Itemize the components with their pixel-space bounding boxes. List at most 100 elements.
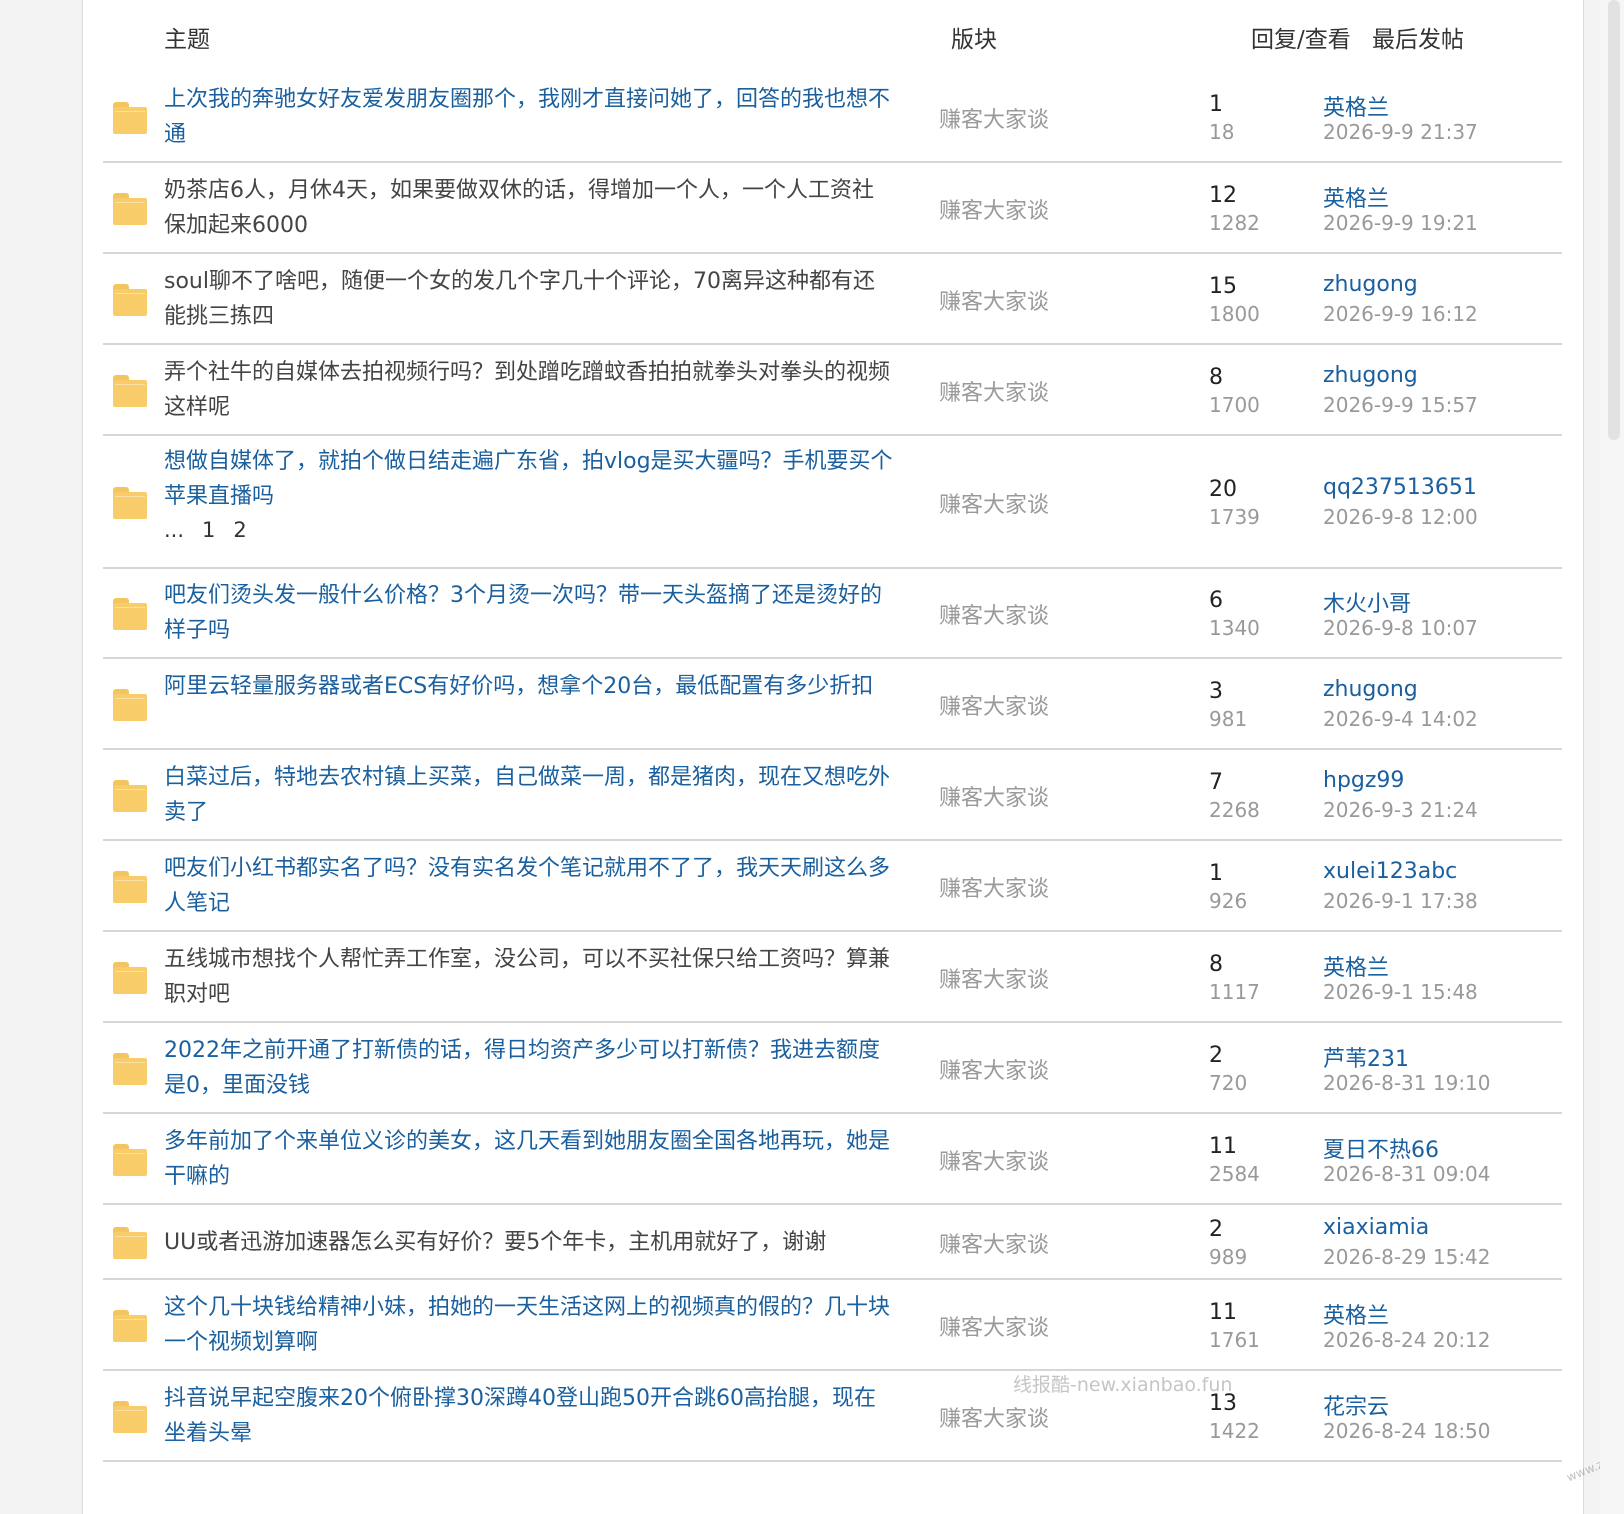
thread-view-count: 1700	[1209, 392, 1260, 417]
last-post-user-link[interactable]: zhugong	[1323, 677, 1418, 702]
last-post-time-link[interactable]: 2026-9-9 21:37	[1323, 120, 1478, 144]
last-post-user-link[interactable]: 英格兰	[1323, 90, 1389, 122]
thread-title-link[interactable]: UU或者迅游加速器怎么买有好价？要5个年卡，主机用就好了，谢谢	[164, 1225, 894, 1260]
last-post-time-link[interactable]: 2026-9-9 15:57	[1323, 393, 1478, 417]
header-forum[interactable]: 版块	[951, 20, 997, 54]
thread-reply-count: 1	[1209, 91, 1223, 117]
thread-title-link[interactable]: 这个几十块钱给精神小妹，拍她的一天生活这网上的视频真的假的？几十块一个视频划算啊	[164, 1290, 894, 1360]
last-post-user-link[interactable]: 芦苇231	[1323, 1041, 1409, 1073]
thread-title-link[interactable]: 多年前加了个来单位义诊的美女，这几天看到她朋友圈全国各地再玩，她是干嘛的	[164, 1124, 894, 1194]
thread-forum-link[interactable]: 赚客大家谈	[939, 284, 1049, 316]
last-post-time-link[interactable]: 2026-9-8 10:07	[1323, 616, 1478, 640]
thread-title-link[interactable]: 吧友们小红书都实名了吗？没有实名发个笔记就用不了了，我天天刷这么多人笔记	[164, 851, 894, 921]
thread-reply-count: 7	[1209, 769, 1223, 795]
folder-icon	[113, 961, 147, 994]
last-post-time-link[interactable]: 2026-9-3 21:24	[1323, 798, 1478, 822]
last-post-user-link[interactable]: qq237513651	[1323, 475, 1477, 500]
thread-forum-link[interactable]: 赚客大家谈	[939, 487, 1049, 519]
thread-title-link[interactable]: 弄个社牛的自媒体去拍视频行吗？到处蹭吃蹭蚊香拍拍就拳头对拳头的视频这样呢	[164, 355, 894, 425]
thread-title-link[interactable]: 白菜过后，特地去农村镇上买菜，自己做菜一周，都是猪肉，现在又想吃外卖了	[164, 760, 894, 830]
thread-forum-link[interactable]: 赚客大家谈	[939, 1310, 1049, 1342]
folder-icon	[113, 1400, 147, 1433]
thread-reply-count: 11	[1209, 1299, 1237, 1325]
thread-title-link[interactable]: soul聊不了啥吧，随便一个女的发几个字几十个评论，70离异这种都有还能挑三拣四	[164, 264, 894, 334]
thread-reply-count: 2	[1209, 1042, 1223, 1068]
last-post-user-link[interactable]: hpgz99	[1323, 768, 1404, 793]
thread-list-header: 主题 版块 回复/查看 最后发帖	[83, 0, 1583, 72]
thread-view-count: 981	[1209, 706, 1248, 731]
last-post-user-link[interactable]: xiaxiamia	[1323, 1215, 1429, 1240]
thread-row: 2022年之前开通了打新债的话，得日均资产多少可以打新债？我进去额度是0，里面没…	[103, 1023, 1562, 1114]
last-post-time-link[interactable]: 2026-9-8 12:00	[1323, 505, 1478, 529]
thread-reply-count: 3	[1209, 678, 1223, 704]
last-post-time-link[interactable]: 2026-9-9 16:12	[1323, 302, 1478, 326]
thread-forum-link[interactable]: 赚客大家谈	[939, 962, 1049, 994]
folder-icon	[113, 598, 147, 630]
last-post-user-link[interactable]: 英格兰	[1323, 950, 1389, 982]
folder-icon	[113, 283, 147, 316]
pagination-page-link[interactable]: 2	[233, 518, 246, 542]
last-post-user-link[interactable]: 夏日不热66	[1323, 1132, 1439, 1164]
last-post-time-link[interactable]: 2026-9-4 14:02	[1323, 707, 1478, 731]
thread-reply-count: 8	[1209, 951, 1223, 977]
thread-forum-link[interactable]: 赚客大家谈	[939, 375, 1049, 407]
thread-view-count: 1800	[1209, 301, 1260, 326]
site-watermark: 线报酷-new.xianbao.fun	[1013, 1374, 1233, 1396]
last-post-user-link[interactable]: 花宗云	[1323, 1389, 1389, 1421]
last-post-user-link[interactable]: 英格兰	[1323, 1298, 1389, 1330]
last-post-time-link[interactable]: 2026-8-31 19:10	[1323, 1071, 1491, 1095]
thread-title-link[interactable]: 奶茶店6人，月休4天，如果要做双休的话，得增加一个人，一个人工资社保加起来600…	[164, 173, 894, 243]
thread-title-link[interactable]: 吧友们烫头发一般什么价格？3个月烫一次吗？带一天头盔摘了还是烫好的样子吗	[164, 578, 894, 648]
thread-view-count: 18	[1209, 119, 1235, 144]
thread-title-link[interactable]: 抖音说早起空腹来20个俯卧撑30深蹲40登山跑50开合跳60高抬腿，现在坐着头晕	[164, 1381, 894, 1451]
thread-forum-link[interactable]: 赚客大家谈	[939, 102, 1049, 134]
last-post-time-link[interactable]: 2026-9-1 17:38	[1323, 889, 1478, 913]
folder-icon	[113, 688, 147, 721]
thread-title-link[interactable]: 阿里云轻量服务器或者ECS有好价吗，想拿个20台，最低配置有多少折扣	[164, 669, 894, 704]
last-post-time-link[interactable]: 2026-9-1 15:48	[1323, 980, 1478, 1004]
folder-icon	[113, 192, 147, 225]
thread-view-count: 1739	[1209, 504, 1260, 529]
folder-icon	[113, 1143, 147, 1176]
thread-title-link[interactable]: 上次我的奔驰女好友爱发朋友圈那个，我刚才直接问她了，回答的我也想不通	[164, 82, 894, 152]
thread-row: 五线城市想找个人帮忙弄工作室，没公司，可以不买社保只给工资吗？算兼职对吧 赚客大家…	[103, 932, 1562, 1023]
header-replies-views[interactable]: 回复/查看	[1251, 20, 1351, 54]
thread-title-link[interactable]: 2022年之前开通了打新债的话，得日均资产多少可以打新债？我进去额度是0，里面没…	[164, 1033, 894, 1103]
thread-forum-link[interactable]: 赚客大家谈	[939, 1227, 1049, 1259]
thread-forum-link[interactable]: 赚客大家谈	[939, 193, 1049, 225]
header-topic[interactable]: 主题	[164, 20, 210, 54]
thread-title-link[interactable]: 想做自媒体了，就拍个做日结走遍广东省，拍vlog是买大疆吗？手机要买个苹果直播吗	[164, 444, 894, 514]
thread-row: UU或者迅游加速器怎么买有好价？要5个年卡，主机用就好了，谢谢 赚客大家谈 2 989…	[103, 1205, 1562, 1280]
scrollbar-thumb[interactable]	[1608, 0, 1620, 440]
thread-reply-count: 8	[1209, 364, 1223, 390]
thread-forum-link[interactable]: 赚客大家谈	[939, 689, 1049, 721]
thread-view-count: 2268	[1209, 797, 1260, 822]
last-post-user-link[interactable]: zhugong	[1323, 272, 1418, 297]
pagination-page-link[interactable]: 1	[202, 518, 215, 542]
thread-row: 想做自媒体了，就拍个做日结走遍广东省，拍vlog是买大疆吗？手机要买个苹果直播吗…	[103, 436, 1562, 569]
last-post-time-link[interactable]: 2026-8-29 15:42	[1323, 1245, 1491, 1269]
thread-forum-link[interactable]: 赚客大家谈	[939, 871, 1049, 903]
last-post-time-link[interactable]: 2026-8-24 20:12	[1323, 1328, 1491, 1352]
folder-icon	[113, 101, 147, 134]
thread-forum-link[interactable]: 赚客大家谈	[939, 1401, 1049, 1433]
last-post-user-link[interactable]: 英格兰	[1323, 181, 1389, 213]
thread-title-link[interactable]: 五线城市想找个人帮忙弄工作室，没公司，可以不买社保只给工资吗？算兼职对吧	[164, 942, 894, 1012]
thread-forum-link[interactable]: 赚客大家谈	[939, 598, 1049, 630]
folder-icon	[113, 779, 147, 812]
thread-view-count: 720	[1209, 1070, 1248, 1095]
header-last-post[interactable]: 最后发帖	[1372, 20, 1464, 54]
thread-forum-link[interactable]: 赚客大家谈	[939, 780, 1049, 812]
last-post-user-link[interactable]: 木火小哥	[1323, 586, 1411, 618]
last-post-time-link[interactable]: 2026-8-24 18:50	[1323, 1419, 1491, 1443]
thread-forum-link[interactable]: 赚客大家谈	[939, 1053, 1049, 1085]
thread-view-count: 1117	[1209, 979, 1260, 1004]
thread-forum-link[interactable]: 赚客大家谈	[939, 1144, 1049, 1176]
thread-reply-count: 12	[1209, 182, 1237, 208]
last-post-time-link[interactable]: 2026-9-9 19:21	[1323, 211, 1478, 235]
last-post-user-link[interactable]: xulei123abc	[1323, 859, 1457, 884]
thread-row: 白菜过后，特地去农村镇上买菜，自己做菜一周，都是猪肉，现在又想吃外卖了 赚客大家谈…	[103, 750, 1562, 841]
scrollbar[interactable]	[1600, 0, 1624, 1514]
last-post-time-link[interactable]: 2026-8-31 09:04	[1323, 1162, 1491, 1186]
last-post-user-link[interactable]: zhugong	[1323, 363, 1418, 388]
